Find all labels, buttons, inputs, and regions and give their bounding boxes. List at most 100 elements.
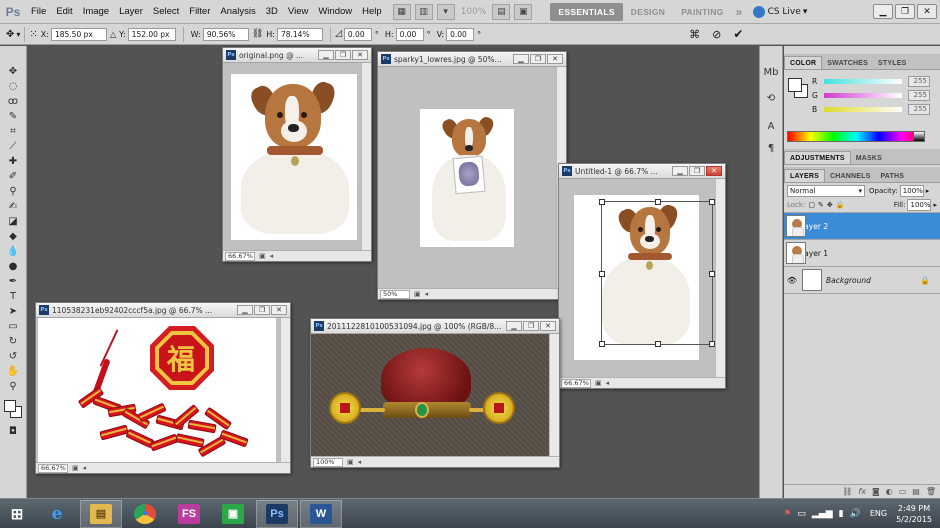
document-window-untitled[interactable]: Ps Untitled-1 @ 66.7% ... ▁ ❐ ✕ 66.67% ▣… xyxy=(558,163,726,389)
y-position-field[interactable]: 152.00 px xyxy=(127,27,176,41)
menu-layer[interactable]: Layer xyxy=(114,0,148,24)
delete-layer-icon[interactable]: 🗑 xyxy=(926,487,936,496)
taskbar-chrome[interactable]: ● xyxy=(124,500,166,528)
minimize-button[interactable]: ▁ xyxy=(873,4,893,19)
canvas-hat[interactable] xyxy=(311,334,549,456)
scroll-left-icon[interactable]: ◂ xyxy=(358,458,362,466)
scroll-left-icon[interactable]: ◂ xyxy=(425,290,429,298)
foreground-color-swatch[interactable] xyxy=(4,400,16,412)
restore-button[interactable]: ❐ xyxy=(895,4,915,19)
vertical-scrollbar[interactable] xyxy=(361,63,371,250)
document-restore-button[interactable]: ❐ xyxy=(523,321,539,331)
fill-field[interactable]: 100% xyxy=(907,199,932,211)
rotation-field[interactable]: 0.00 xyxy=(343,27,372,41)
blend-mode-select[interactable]: Normal ▾ xyxy=(787,184,865,197)
vertical-scrollbar[interactable] xyxy=(280,318,290,462)
document-canvas-area[interactable] xyxy=(223,63,361,250)
paragraph-panel-icon[interactable]: ¶ xyxy=(761,140,781,158)
action-center-icon[interactable]: ▭ xyxy=(797,509,806,519)
x-position-field[interactable]: 185.50 px xyxy=(50,27,107,41)
document-minimize-button[interactable]: ▁ xyxy=(513,54,529,64)
network-signal-icon[interactable]: ▂▄▆ xyxy=(812,509,833,519)
transform-handle[interactable] xyxy=(599,271,605,277)
transform-bounding-box[interactable] xyxy=(599,199,715,347)
document-minimize-button[interactable]: ▁ xyxy=(506,321,522,331)
document-titlebar[interactable]: Ps 20111228101005310​94.jpg @ 100% (RGB/… xyxy=(311,319,559,334)
taskbar-file-explorer[interactable]: ▤ xyxy=(80,499,122,528)
add-mask-icon[interactable]: ◙ xyxy=(872,487,880,496)
mini-bridge-panel-icon[interactable]: Mb xyxy=(761,64,781,82)
tab-layers[interactable]: LAYERS xyxy=(784,169,825,182)
new-group-icon[interactable]: ▭ xyxy=(899,487,907,496)
rectangle-tool-icon[interactable]: ▭ xyxy=(2,319,24,334)
document-window-sparky[interactable]: Ps sparky1_lowres.jpg @ 50%... ▁ ❐ ✕ 50% xyxy=(377,51,567,300)
character-panel-icon[interactable]: A xyxy=(761,118,781,136)
document-close-button[interactable]: ✕ xyxy=(271,305,287,315)
clone-stamp-tool-icon[interactable]: ⚲ xyxy=(2,184,24,199)
layer-row-background[interactable]: 👁 Background 🔒 xyxy=(784,267,940,294)
transform-handle[interactable] xyxy=(599,199,605,205)
document-minimize-button[interactable]: ▁ xyxy=(672,166,688,176)
history-brush-tool-icon[interactable]: ✍ xyxy=(2,199,24,214)
status-menu-icon[interactable]: ▣ xyxy=(72,464,79,472)
status-menu-icon[interactable]: ▣ xyxy=(595,379,602,387)
document-window-hat[interactable]: Ps 20111228101005310​94.jpg @ 100% (RGB/… xyxy=(310,318,560,468)
taskbar-fs-app[interactable]: FS xyxy=(168,500,210,528)
cs-live-menu[interactable]: CS Live ▾ xyxy=(752,5,807,18)
taskbar-word[interactable]: W xyxy=(300,499,342,528)
menu-analysis[interactable]: Analysis xyxy=(215,0,260,24)
lasso-tool-icon[interactable]: ꝏ xyxy=(2,94,24,109)
tab-masks[interactable]: MASKS xyxy=(851,152,887,164)
document-zoom-field[interactable]: 50% xyxy=(380,289,410,299)
canvas-firecracker[interactable]: 福 xyxy=(38,318,276,462)
volume-icon[interactable]: 🔊 xyxy=(850,509,861,519)
document-restore-button[interactable]: ❐ xyxy=(689,166,705,176)
lock-pixels-icon[interactable]: ✎ xyxy=(818,201,824,209)
arrange-documents-icon[interactable]: ▤ xyxy=(492,3,511,20)
transform-tool-icon[interactable]: ✥ xyxy=(6,29,14,40)
eraser-tool-icon[interactable]: ◪ xyxy=(2,214,24,229)
layer-style-icon[interactable]: fx xyxy=(858,487,866,496)
new-layer-icon[interactable]: ▤ xyxy=(912,487,920,496)
commit-transform-icon[interactable]: ✔ xyxy=(733,27,743,41)
horizontal-skew-field[interactable]: 0.00 xyxy=(395,27,424,41)
document-titlebar[interactable]: Ps 110538231eb92402cccf5a.jpg @ 66.7% ..… xyxy=(36,303,290,318)
menu-edit[interactable]: Edit xyxy=(51,0,77,24)
document-canvas-area[interactable] xyxy=(311,334,549,456)
move-tool-icon[interactable]: ✥ xyxy=(2,64,24,79)
foreground-color-chip[interactable] xyxy=(788,78,802,92)
cancel-transform-icon[interactable]: ⊘ xyxy=(712,28,721,41)
start-button[interactable]: ⊞ xyxy=(0,500,34,528)
width-field[interactable]: 90.56% xyxy=(202,27,249,41)
type-tool-icon[interactable]: T xyxy=(2,289,24,304)
menu-help[interactable]: Help xyxy=(357,0,387,24)
mini-bridge-icon[interactable]: ▥ xyxy=(414,3,433,20)
document-minimize-button[interactable]: ▁ xyxy=(318,50,334,60)
dodge-tool-icon[interactable]: ● xyxy=(2,259,24,274)
chevron-down-icon[interactable]: ▾ xyxy=(16,30,20,39)
extras-icon[interactable]: ▾ xyxy=(436,3,455,20)
pen-tool-icon[interactable]: ✒ xyxy=(2,274,24,289)
layer-row-layer-2[interactable]: 👁 Layer 2 xyxy=(784,213,940,240)
tab-styles[interactable]: STYLES xyxy=(873,57,911,69)
document-zoom-field[interactable]: 66.67% xyxy=(225,251,255,261)
document-canvas-area[interactable] xyxy=(378,67,556,288)
menu-image[interactable]: Image xyxy=(78,0,114,24)
hand-tool-icon[interactable]: ✋ xyxy=(2,364,24,379)
scroll-left-icon[interactable]: ◂ xyxy=(606,379,610,387)
menu-view[interactable]: View xyxy=(283,0,313,24)
document-canvas-area[interactable]: 福 xyxy=(36,318,280,462)
status-menu-icon[interactable]: ▣ xyxy=(414,290,421,298)
red-value-field[interactable]: 255 xyxy=(908,75,930,87)
history-panel-icon[interactable]: ⟲ xyxy=(761,90,781,108)
taskbar-store[interactable]: ▣ xyxy=(212,500,254,528)
opacity-field[interactable]: 100% xyxy=(899,184,924,197)
vertical-skew-field[interactable]: 0.00 xyxy=(446,27,475,41)
lock-position-icon[interactable]: ✥ xyxy=(827,201,833,209)
blur-tool-icon[interactable]: 💧 xyxy=(2,244,24,259)
document-canvas-area[interactable] xyxy=(559,179,715,377)
lock-all-icon[interactable]: 🔒 xyxy=(836,201,845,209)
vertical-scrollbar[interactable] xyxy=(715,179,725,377)
color-spectrum-bar[interactable] xyxy=(787,131,925,142)
document-restore-button[interactable]: ❐ xyxy=(335,50,351,60)
